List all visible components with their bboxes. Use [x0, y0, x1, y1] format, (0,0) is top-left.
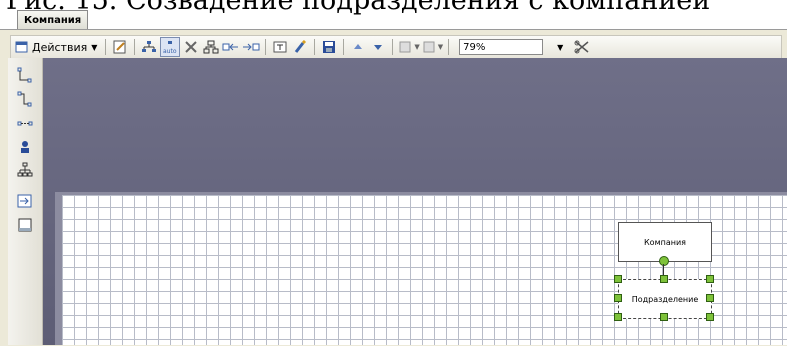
page-tool[interactable]	[15, 216, 35, 234]
save-icon	[323, 41, 336, 53]
chevron-down-icon: ▼	[414, 43, 420, 51]
text-box-icon	[273, 41, 287, 53]
arrow-right-icon	[243, 43, 260, 51]
elbow-connector-icon	[17, 67, 32, 83]
chevron-down-icon: ▼	[91, 42, 98, 52]
text-box-button[interactable]	[271, 38, 289, 56]
move-right-button[interactable]	[242, 38, 260, 56]
arrow-down-icon	[374, 45, 383, 50]
auto-layout-icon: auto	[163, 41, 177, 54]
page-border-left	[55, 192, 62, 345]
connector-elbow-tool[interactable]	[15, 66, 35, 84]
main-toolbar: Действия ▼ auto ▼ ▼ 79% ▼	[10, 35, 782, 59]
connector-straight-tool[interactable]	[15, 114, 35, 132]
connector-step-tool[interactable]	[15, 90, 35, 108]
move-up-button[interactable]	[349, 38, 367, 56]
org-chart-icon	[203, 40, 219, 54]
actions-menu[interactable]: Действия ▼	[12, 38, 100, 56]
chevron-down-icon: ▼	[437, 43, 444, 51]
resize-handle[interactable]	[614, 313, 622, 321]
org-structure-tool[interactable]	[15, 161, 35, 179]
connection-point[interactable]	[659, 256, 669, 266]
arrow-left-icon	[222, 43, 239, 51]
toolbar-divider	[105, 39, 107, 55]
svg-text:auto: auto	[163, 48, 177, 54]
drawing-page[interactable]: Компания Подразделение	[62, 195, 787, 345]
resize-handle[interactable]	[660, 313, 668, 321]
person-icon	[21, 141, 29, 153]
format-painter-button[interactable]	[291, 38, 309, 56]
actions-label: Действия	[32, 40, 88, 54]
resize-handle[interactable]	[706, 313, 714, 321]
scissors-icon	[574, 40, 589, 54]
disconnect-button[interactable]	[573, 38, 591, 56]
resize-handle[interactable]	[614, 294, 622, 302]
import-icon	[17, 194, 32, 208]
toolbar-divider	[265, 39, 267, 55]
straight-connector-icon	[17, 121, 33, 126]
tools-icon	[185, 41, 198, 53]
redo-icon	[423, 41, 435, 53]
move-left-button[interactable]	[222, 38, 240, 56]
company-node-label: Компания	[644, 237, 686, 247]
tab-company[interactable]: Компания	[17, 10, 89, 31]
resize-handle[interactable]	[706, 294, 714, 302]
toolbar-divider	[134, 39, 136, 55]
person-tool[interactable]	[15, 138, 35, 156]
redo-button[interactable]: ▼	[422, 38, 443, 56]
page-icon	[18, 218, 32, 232]
auto-layout-button[interactable]: auto	[160, 37, 181, 57]
undo-button[interactable]: ▼	[398, 38, 420, 56]
arrow-up-icon	[354, 44, 363, 49]
toolbar-divider	[314, 39, 316, 55]
actions-icon	[15, 41, 28, 53]
toolbar-divider	[448, 39, 450, 55]
zoom-dropdown-button[interactable]: ▼	[553, 39, 567, 55]
hierarchy-icon	[142, 41, 157, 52]
resize-handle[interactable]	[614, 275, 622, 283]
toolbar-divider	[392, 39, 394, 55]
org-chart-button[interactable]	[202, 38, 220, 56]
resize-handle[interactable]	[660, 275, 668, 283]
import-tool[interactable]	[15, 192, 35, 210]
edit-icon	[113, 40, 126, 54]
figure-caption: Рис. 15. Созвадение подразделения с комп…	[6, 0, 711, 16]
chevron-down-icon: ▼	[557, 42, 564, 52]
left-tool-palette	[8, 58, 43, 345]
undo-icon	[399, 41, 411, 53]
hierarchy-button[interactable]	[140, 38, 158, 56]
brush-icon	[295, 40, 307, 53]
properties-button[interactable]	[111, 38, 129, 56]
move-down-button[interactable]	[369, 38, 387, 56]
department-node-label: Подразделение	[631, 294, 699, 304]
toolbar-divider	[343, 39, 345, 55]
step-connector-icon	[17, 91, 32, 107]
org-structure-icon	[17, 162, 33, 177]
resize-handle[interactable]	[706, 275, 714, 283]
save-button[interactable]	[320, 38, 338, 56]
zoom-input[interactable]: 79%	[459, 39, 544, 55]
tools-button[interactable]	[182, 38, 200, 56]
